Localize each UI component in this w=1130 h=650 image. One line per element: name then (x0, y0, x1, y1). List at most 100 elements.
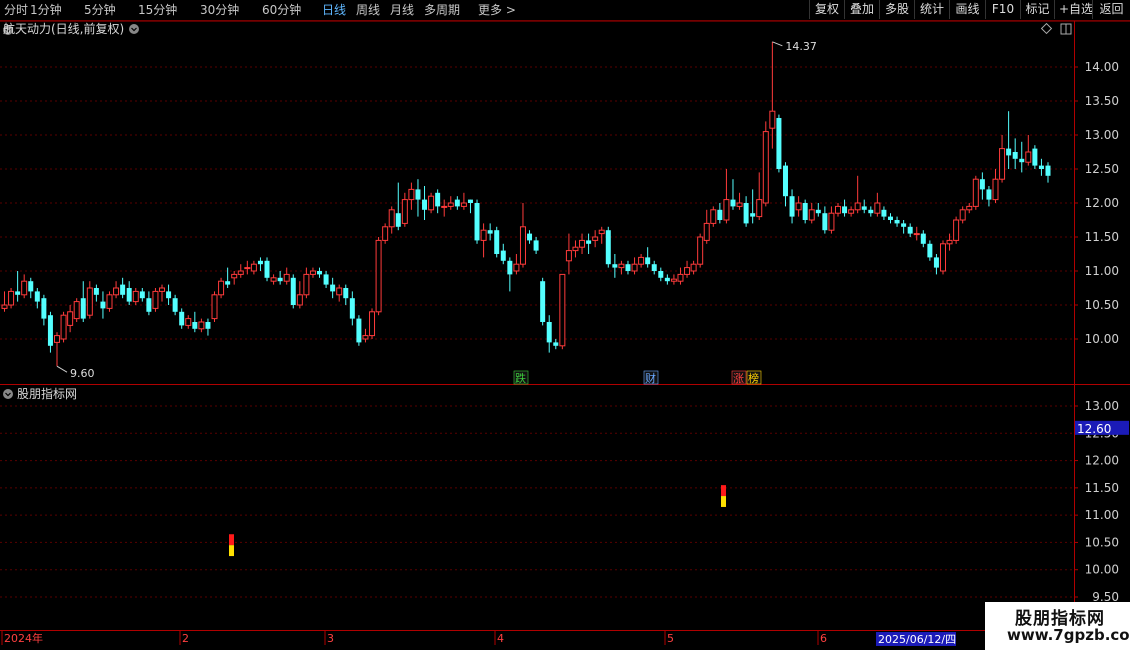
candle-body[interactable] (907, 226, 913, 234)
candle-body[interactable] (1038, 165, 1044, 169)
candle-body[interactable] (703, 222, 710, 241)
candle-body[interactable] (999, 148, 1006, 180)
candle-body[interactable] (901, 223, 907, 227)
candle-body[interactable] (8, 290, 15, 306)
candle-body[interactable] (1006, 148, 1012, 156)
candle-body[interactable] (546, 322, 552, 343)
candle-body[interactable] (244, 267, 251, 270)
candle-body[interactable] (60, 314, 67, 340)
candle-body[interactable] (474, 203, 480, 241)
candle-body[interactable] (972, 178, 979, 207)
candle-body[interactable] (41, 298, 47, 319)
candle-body[interactable] (881, 209, 887, 217)
candle-body[interactable] (1012, 152, 1018, 159)
candle-body[interactable] (979, 179, 985, 190)
candle-body[interactable] (283, 273, 290, 282)
candle-body[interactable] (86, 287, 93, 316)
candle-body[interactable] (179, 311, 185, 326)
candle-body[interactable] (802, 203, 808, 220)
candle-body[interactable] (330, 284, 336, 292)
candle-body[interactable] (808, 209, 815, 221)
candle-body[interactable] (658, 271, 664, 278)
candle-body[interactable] (533, 240, 539, 251)
signal-bar-red[interactable] (721, 485, 726, 497)
candle-body[interactable] (638, 256, 645, 265)
candle-body[interactable] (618, 263, 625, 269)
candle-body[interactable] (487, 230, 493, 234)
candle-body[interactable] (382, 226, 389, 241)
candle-body[interactable] (920, 233, 926, 244)
candle-body[interactable] (408, 188, 415, 201)
candle-body[interactable] (441, 205, 448, 208)
candle-body[interactable] (422, 199, 428, 210)
candle-body[interactable] (1025, 151, 1032, 163)
candle-body[interactable] (861, 206, 867, 210)
candle-body[interactable] (336, 287, 343, 296)
signal-bar-red[interactable] (229, 534, 234, 546)
candle-body[interactable] (447, 202, 454, 207)
candle-body[interactable] (132, 290, 139, 303)
candle-body[interactable] (586, 240, 592, 244)
candle-body[interactable] (225, 281, 231, 285)
candle-body[interactable] (323, 274, 329, 285)
candle-body[interactable] (113, 287, 120, 296)
candle-body[interactable] (986, 189, 992, 200)
candle-body[interactable] (750, 213, 756, 217)
candle-body[interactable] (192, 322, 198, 329)
title-dropdown-icon[interactable] (129, 24, 139, 34)
candle-body[interactable] (34, 291, 40, 302)
candle-body[interactable] (205, 322, 211, 329)
candle-body[interactable] (290, 277, 296, 305)
candle-body[interactable] (762, 131, 769, 204)
candle-body[interactable] (559, 273, 566, 347)
candle-body[interactable] (953, 219, 960, 241)
signal-bar-yellow[interactable] (721, 496, 726, 507)
candle-body[interactable] (375, 239, 382, 313)
candle-body[interactable] (270, 277, 277, 282)
candle-body[interactable] (815, 209, 821, 214)
candle-body[interactable] (592, 236, 599, 241)
candle-body[interactable] (670, 278, 677, 282)
candle-body[interactable] (966, 205, 973, 211)
candle-body[interactable] (152, 290, 159, 309)
candle-body[interactable] (782, 165, 788, 197)
candle-body[interactable] (612, 264, 618, 268)
candle-body[interactable] (868, 209, 874, 214)
candle-body[interactable] (540, 281, 546, 322)
candle-body[interactable] (494, 230, 500, 254)
candle-body[interactable] (519, 226, 526, 265)
candle-body[interactable] (697, 236, 704, 265)
candle-body[interactable] (159, 287, 166, 292)
candle-body[interactable] (218, 280, 225, 296)
candle-body[interactable] (992, 178, 999, 201)
candle-body[interactable] (933, 257, 939, 268)
candle-body[interactable] (146, 298, 152, 312)
candle-body[interactable] (887, 216, 893, 220)
candle-body[interactable] (939, 243, 946, 272)
candle-body[interactable] (28, 281, 34, 292)
candle-body[interactable] (309, 270, 316, 275)
candle-body[interactable] (388, 209, 395, 228)
kline-chart[interactable]: 14.00 13.50 13.00 12.50 12.00 11.50 11.00 10.50… (0, 0, 1130, 650)
candle-body[interactable] (579, 239, 586, 248)
candle-body[interactable] (93, 288, 99, 295)
candle-body[interactable] (343, 288, 349, 299)
candle-body[interactable] (126, 288, 132, 302)
candle-body[interactable] (454, 199, 460, 207)
candle-body[interactable] (723, 199, 730, 221)
candle-body[interactable] (651, 264, 657, 271)
candle-body[interactable] (277, 277, 283, 282)
candle-body[interactable] (231, 273, 238, 279)
candle-body[interactable] (139, 291, 145, 299)
candle-body[interactable] (645, 257, 651, 265)
candle-body[interactable] (264, 260, 270, 278)
candle-body[interactable] (67, 311, 74, 326)
candle-body[interactable] (349, 298, 355, 319)
candle-body[interactable] (959, 209, 966, 221)
candle-body[interactable] (730, 199, 736, 207)
candle-body[interactable] (317, 271, 323, 275)
candle-body[interactable] (257, 260, 263, 265)
candle-body[interactable] (80, 298, 86, 319)
candle-body[interactable] (710, 209, 717, 224)
candle-body[interactable] (500, 250, 506, 261)
